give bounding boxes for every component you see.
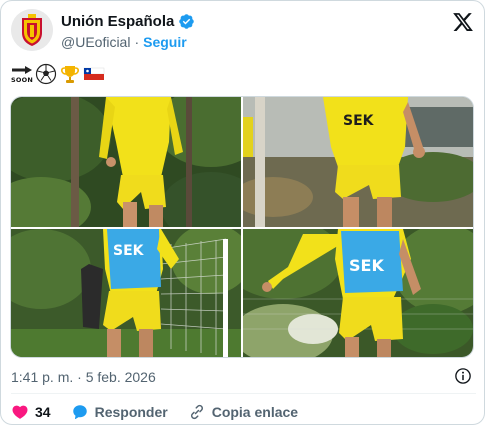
player-yellow-kit-photo: SEK [243, 97, 473, 227]
speech-bubble-icon [72, 405, 87, 420]
soon-arrow-icon: SOON [11, 64, 33, 84]
follow-button[interactable]: Seguir [143, 34, 187, 50]
tweet-actions: 34 Responder Copia enlace [11, 401, 318, 423]
avatar[interactable] [11, 9, 53, 51]
photo-2[interactable]: SEK [243, 97, 473, 227]
soon-label: SOON [11, 76, 33, 84]
tweet-timestamp[interactable]: 1:41 p. m. · 5 feb. 2026 [11, 369, 156, 385]
svg-text:SEK: SEK [343, 113, 375, 129]
account-names: Unión Española @UEoficial · Seguir [61, 11, 195, 52]
tweet-embed-card: Unión Española @UEoficial · Seguir SOON … [0, 0, 485, 425]
name-row: Unión Española [61, 11, 195, 31]
like-button[interactable]: 34 [11, 403, 51, 421]
reply-button[interactable]: Responder [71, 403, 168, 421]
photo-4[interactable]: SEK [243, 229, 473, 357]
copy-link-label: Copia enlace [211, 404, 299, 420]
club-crest-icon [11, 9, 53, 51]
player-blue-bib-photo: SEK [243, 229, 473, 357]
reply-label: Responder [94, 404, 168, 420]
link-icon [190, 404, 203, 420]
trophy-icon [59, 63, 81, 85]
timestamp-row: 1:41 p. m. · 5 feb. 2026 [11, 367, 476, 387]
tweet-text: SOON [11, 63, 105, 85]
svg-text:SEK: SEK [113, 243, 145, 259]
media-grid: SEK SEK SEK [10, 96, 474, 358]
divider [11, 393, 476, 394]
tweet-header: Unión Española @UEoficial · Seguir [11, 9, 476, 55]
handle-row: @UEoficial · Seguir [61, 32, 195, 52]
player-yellow-kit-photo [11, 97, 241, 227]
info-icon[interactable] [454, 367, 472, 385]
x-logo-icon[interactable] [452, 11, 474, 33]
flag-chile-icon [83, 63, 105, 85]
like-count: 34 [35, 404, 51, 420]
verified-badge-icon [178, 13, 195, 30]
heart-icon [12, 405, 28, 419]
svg-text:SEK: SEK [349, 256, 384, 275]
copy-link-button[interactable]: Copia enlace [188, 403, 298, 421]
display-name[interactable]: Unión Española [61, 13, 174, 30]
separator-dot: · [134, 34, 140, 50]
photo-1[interactable] [11, 97, 241, 227]
soccer-ball-icon [35, 63, 57, 85]
photo-3[interactable]: SEK [11, 229, 241, 357]
player-blue-bib-photo: SEK [11, 229, 241, 357]
handle[interactable]: @UEoficial [61, 34, 130, 50]
